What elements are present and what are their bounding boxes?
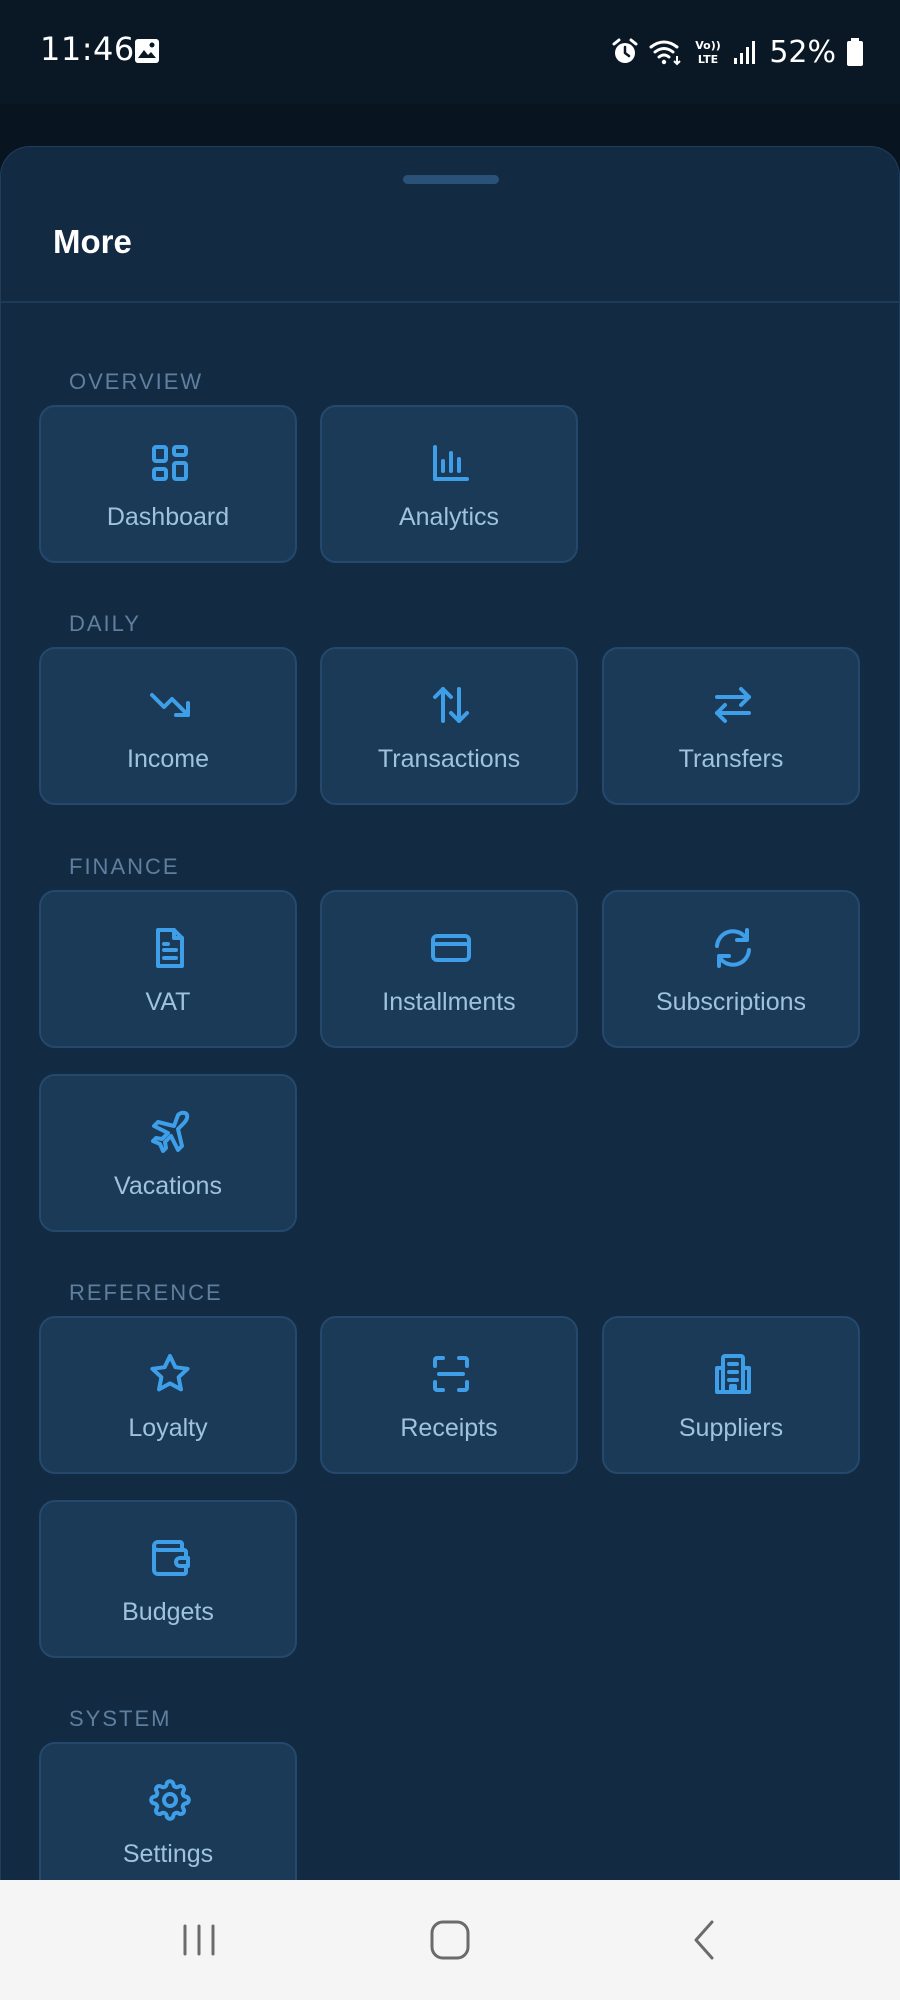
tile-label: Analytics [398,503,500,531]
tile-label: Settings [122,1840,214,1868]
svg-text:LTE: LTE [698,53,718,66]
gear-icon [146,1776,194,1824]
building-icon [709,1350,757,1398]
trending-down-icon [146,681,194,729]
gallery-icon [135,39,159,63]
tile-suppliers[interactable]: Suppliers [602,1316,860,1474]
battery-icon [847,38,863,66]
tile-label: VAT [145,988,191,1016]
section-label-daily: DAILY [69,611,141,636]
arrows-left-right-icon [709,681,757,729]
tile-settings[interactable]: Settings [39,1742,297,1881]
tile-label: Suppliers [678,1414,784,1442]
tile-vacations[interactable]: Vacations [39,1074,297,1232]
status-time: 11:46 [40,30,135,68]
tile-label: Transactions [377,745,521,773]
plane-icon [146,1108,194,1156]
tile-transactions[interactable]: Transactions [320,647,578,805]
more-sheet: More OVERVIEW Dashboard Analytics DAILY … [0,146,900,1881]
tile-budgets[interactable]: Budgets [39,1500,297,1658]
tile-dashboard[interactable]: Dashboard [39,405,297,563]
tile-label: Subscriptions [655,988,807,1016]
bar-chart-icon [427,439,475,487]
sheet-title: More [53,223,132,260]
star-icon [146,1350,194,1398]
battery-percentage: 52% [769,34,836,70]
volte-icon: Vo)) LTE [696,39,722,66]
tile-label: Vacations [114,1172,222,1200]
header-divider [1,301,899,303]
navigation-bar [0,1880,900,2000]
tile-income[interactable]: Income [39,647,297,805]
svg-text:Vo)): Vo)) [696,39,722,52]
tile-vat[interactable]: VAT [39,890,297,1048]
tile-loyalty[interactable]: Loyalty [39,1316,297,1474]
home-icon[interactable] [420,1910,480,1970]
wallet-icon [146,1534,194,1582]
signal-icon [734,41,756,64]
tile-label: Loyalty [128,1414,208,1442]
dashboard-icon [146,439,194,487]
status-indicators: Vo)) LTE 52% [611,32,864,72]
tile-analytics[interactable]: Analytics [320,405,578,563]
back-icon[interactable] [674,1910,734,1970]
recent-apps-icon[interactable] [169,1910,229,1970]
status-bar: 11:46 Vo)) LTE 52% [0,0,900,104]
tile-label: Receipts [400,1414,498,1442]
scan-icon [427,1350,475,1398]
tile-receipts[interactable]: Receipts [320,1316,578,1474]
document-icon [146,924,194,972]
refresh-icon [709,924,757,972]
tile-label: Transfers [678,745,784,773]
wifi-icon [649,40,682,66]
alarm-icon [612,38,638,63]
section-label-reference: REFERENCE [69,1280,223,1305]
tile-label: Budgets [122,1598,214,1626]
section-label-finance: FINANCE [69,854,180,879]
screen: 11:46 Vo)) LTE 52% More OVERVIEW Dashboa… [0,0,900,2000]
section-label-system: SYSTEM [69,1706,172,1731]
section-label-overview: OVERVIEW [69,369,204,394]
tile-subscriptions[interactable]: Subscriptions [602,890,860,1048]
credit-card-icon [427,924,475,972]
tile-label: Dashboard [106,503,230,531]
arrows-up-down-icon [427,681,475,729]
tile-label: Income [127,745,209,773]
drag-handle[interactable] [403,175,499,184]
tile-transfers[interactable]: Transfers [602,647,860,805]
tile-label: Installments [382,988,516,1016]
tile-installments[interactable]: Installments [320,890,578,1048]
